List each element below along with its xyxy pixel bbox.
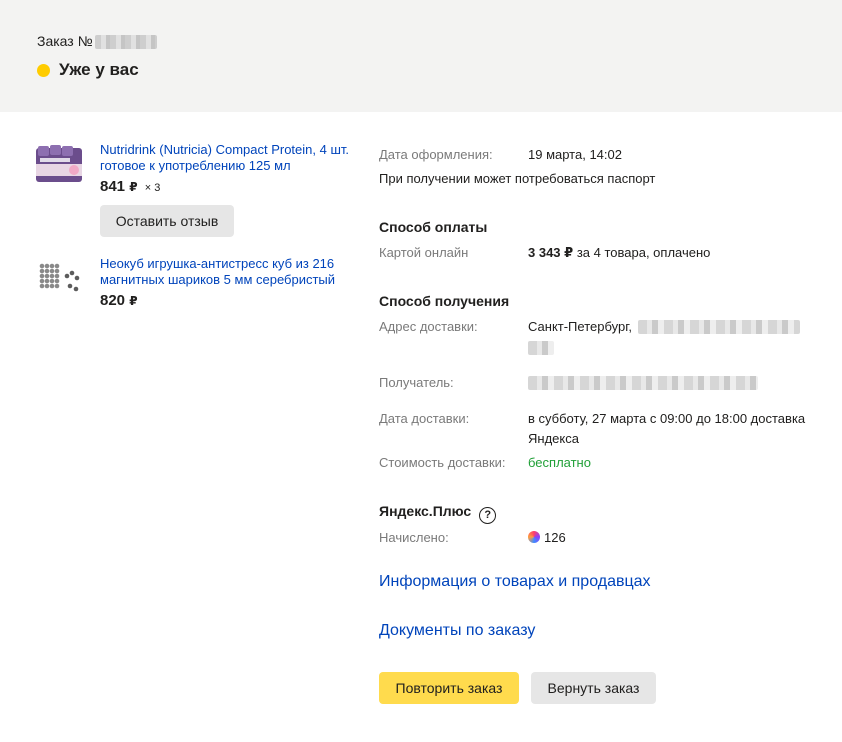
delivery-date-line2: Яндекса [528,431,579,446]
delivery-section-title: Способ получения [379,293,510,309]
order-date-value: 19 марта, 14:02 [528,147,622,162]
address-redacted [528,341,554,355]
payment-section-title: Способ оплаты [379,219,488,235]
order-number-redacted [95,35,157,49]
currency: ₽ [129,180,138,194]
item-title-link[interactable]: Неокуб игрушка-антистресс куб из 216 маг… [100,256,350,288]
payment-summary: 3 343 ₽ за 4 товара, оплачено [528,243,710,263]
order-status: Уже у вас [37,60,139,80]
repeat-order-button[interactable]: Повторить заказ [379,672,519,704]
address-value: Санкт-Петербург, [528,319,632,334]
payment-suffix: за 4 товара, оплачено [573,245,711,260]
accrued-label: Начислено: [379,530,449,545]
status-text: Уже у вас [59,60,139,79]
return-order-button[interactable]: Вернуть заказ [531,672,656,704]
delivery-cost-value: бесплатно [528,455,591,470]
status-dot-icon [37,63,50,77]
order-date-label: Дата оформления: [379,147,493,162]
delivery-date-line1: в субботу, 27 марта с 09:00 до 18:00 дос… [528,411,806,426]
item-price: 841 ₽ × 3 [100,178,160,195]
recipient-redacted [528,376,758,390]
leave-review-button[interactable]: Оставить отзыв [100,205,234,237]
accrued-value: 126 [528,528,566,548]
price-value: 820 [100,292,126,309]
address-label: Адрес доставки: [379,319,478,334]
products-info-link[interactable]: Информация о товарах и продавцах [379,573,651,591]
item-quantity: × 3 [144,182,161,194]
order-item: Неокуб игрушка-антистресс куб из 216 маг… [34,256,344,316]
plus-points-icon [528,531,540,543]
item-price: 820 ₽ [100,292,138,309]
payment-method-label: Картой онлайн [379,245,469,260]
delivery-cost-label: Стоимость доставки: [379,455,506,470]
plus-title: Яндекс.Плюс [379,503,472,519]
order-item: Nutridrink (Nutricia) Compact Protein, 4… [34,142,349,242]
order-documents-link[interactable]: Документы по заказу [379,622,535,640]
price-value: 841 [100,178,126,195]
plus-section-title: Яндекс.Плюс? [379,503,497,524]
order-number-label: Заказ № [37,33,93,49]
payment-amount: 3 343 ₽ [528,245,574,260]
question-circle-icon[interactable]: ? [479,506,497,524]
order-header: Заказ № Уже у вас [0,0,842,112]
currency: ₽ [129,294,138,308]
delivery-date-label: Дата доставки: [379,411,470,426]
recipient-label: Получатель: [379,375,454,390]
accrued-points: 126 [544,530,566,545]
passport-note: При получении может потребоваться паспор… [379,171,656,186]
item-title-link[interactable]: Nutridrink (Nutricia) Compact Protein, 4… [100,142,350,174]
address-redacted [638,320,800,334]
nutridrink-product-image[interactable] [34,142,84,186]
neocube-product-image[interactable] [34,256,84,300]
